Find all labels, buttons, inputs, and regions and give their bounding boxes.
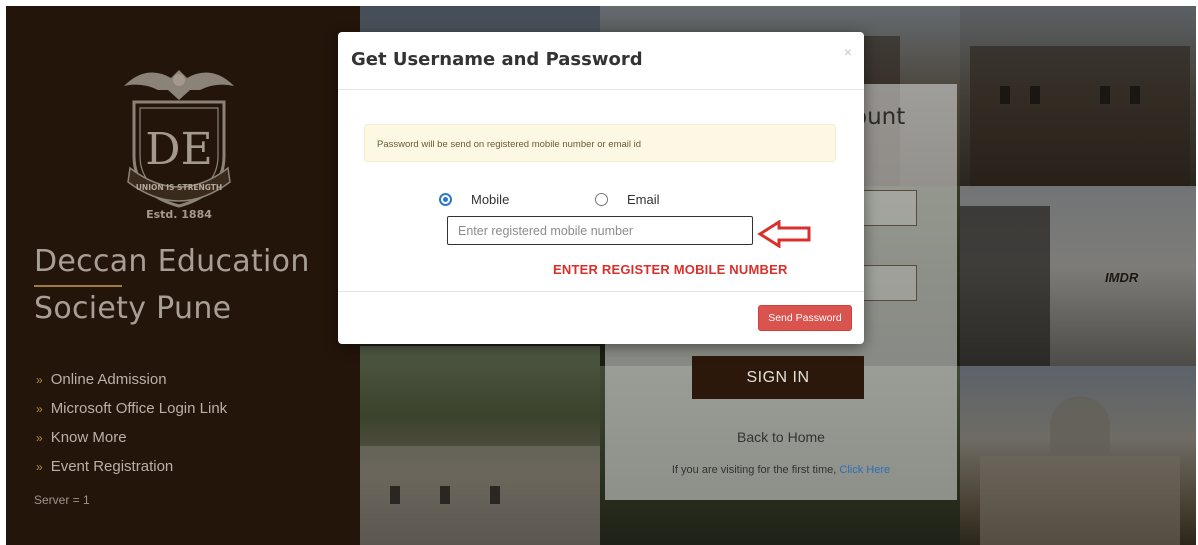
link-online-admission[interactable]: » Online Admission bbox=[36, 371, 227, 400]
link-label: Microsoft Office Login Link bbox=[50, 400, 228, 417]
org-name-underline bbox=[34, 285, 122, 287]
radio-button-selected[interactable] bbox=[439, 193, 452, 206]
first-time-visitor-text: If you are visiting for the first time, … bbox=[605, 464, 957, 476]
radio-button[interactable] bbox=[595, 193, 608, 206]
server-indicator: Server = 1 bbox=[34, 493, 90, 507]
sign-in-button[interactable]: SIGN IN bbox=[692, 356, 864, 399]
link-know-more[interactable]: » Know More bbox=[36, 429, 227, 458]
link-microsoft-office-login[interactable]: » Microsoft Office Login Link bbox=[36, 400, 227, 429]
info-alert: Password will be send on registered mobi… bbox=[364, 124, 836, 162]
double-chevron-right-icon: » bbox=[36, 431, 43, 445]
modal-header: Get Username and Password × bbox=[338, 32, 864, 90]
modal-title: Get Username and Password bbox=[351, 49, 643, 70]
org-name-line1: Deccan Education bbox=[34, 244, 310, 279]
radio-mobile[interactable]: Mobile bbox=[439, 192, 509, 207]
link-label: Event Registration bbox=[50, 458, 174, 475]
radio-email[interactable]: Email bbox=[595, 192, 660, 207]
society-logo: DE UNION IS STRENGTH Estd. 1884 bbox=[124, 70, 234, 220]
org-name-line2: Society Pune bbox=[34, 291, 232, 326]
get-credentials-modal: Get Username and Password × Password wil… bbox=[338, 32, 864, 344]
link-label: Online Admission bbox=[50, 371, 167, 388]
link-event-registration[interactable]: » Event Registration bbox=[36, 458, 227, 487]
back-to-home-link[interactable]: Back to Home bbox=[605, 429, 957, 445]
annotation-label: ENTER REGISTER MOBILE NUMBER bbox=[553, 262, 788, 277]
click-here-link[interactable]: Click Here bbox=[839, 464, 890, 476]
double-chevron-right-icon: » bbox=[36, 402, 43, 416]
link-label: Know More bbox=[50, 429, 127, 446]
left-arrow-icon bbox=[757, 220, 811, 248]
modal-footer-divider bbox=[338, 291, 864, 292]
mobile-number-input[interactable] bbox=[447, 216, 753, 245]
close-icon[interactable]: × bbox=[844, 44, 852, 60]
radio-label: Email bbox=[627, 192, 660, 207]
sidebar-links: » Online Admission » Microsoft Office Logi… bbox=[36, 371, 227, 487]
send-password-button[interactable]: Send Password bbox=[758, 305, 852, 331]
first-time-text: If you are visiting for the first time, bbox=[671, 464, 837, 476]
radio-label: Mobile bbox=[471, 192, 510, 207]
double-chevron-right-icon: » bbox=[36, 460, 43, 474]
sidebar: DE UNION IS STRENGTH Estd. 1884 Deccan E… bbox=[6, 6, 360, 545]
logo-established: Estd. 1884 bbox=[146, 208, 212, 220]
logo-motto: UNION IS STRENGTH bbox=[136, 183, 222, 192]
page: IMDR DE UNION IS STRENGTH Estd. 1884 Dec… bbox=[6, 6, 1196, 545]
logo-monogram: DE bbox=[145, 124, 212, 175]
double-chevron-right-icon: » bbox=[36, 373, 43, 387]
